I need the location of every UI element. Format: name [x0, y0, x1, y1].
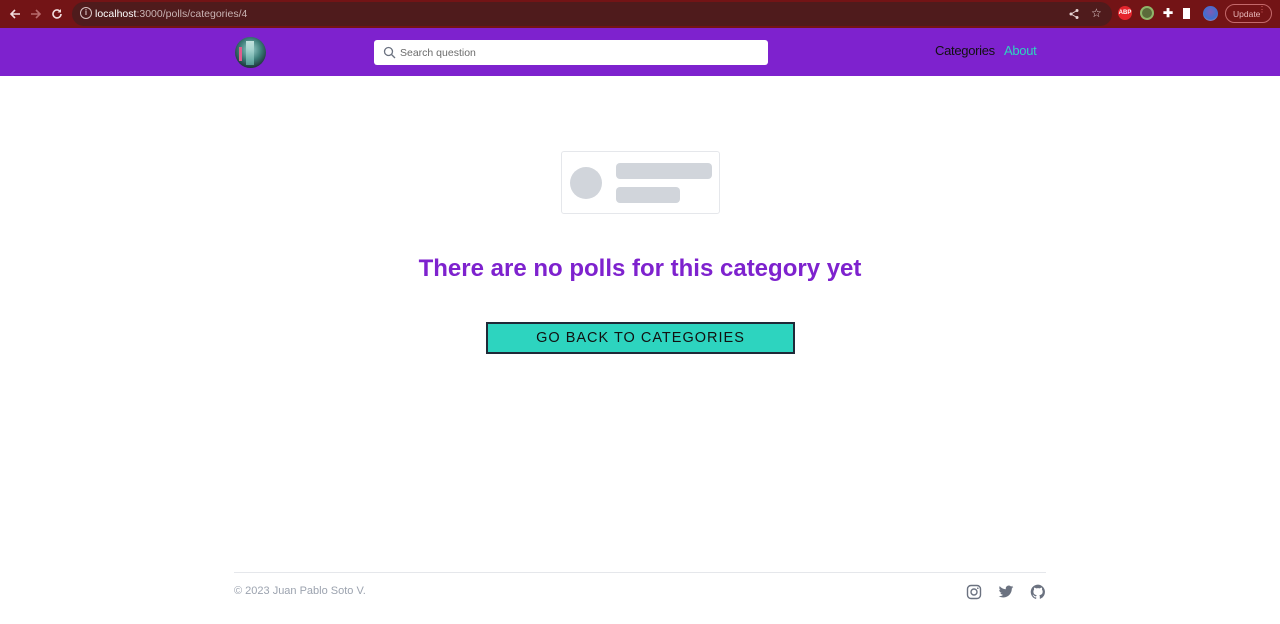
back-arrow-icon[interactable]	[5, 4, 25, 24]
url-path: :3000/polls/categories/4	[136, 8, 248, 20]
search-input[interactable]	[400, 40, 760, 65]
kebab-menu-icon[interactable]: ⋮	[1258, 6, 1266, 14]
update-button[interactable]: Update ⋮	[1225, 4, 1272, 23]
nav-link-categories[interactable]: Categories	[935, 43, 995, 58]
github-icon[interactable]	[1030, 584, 1046, 600]
abp-icon[interactable]: ABP	[1118, 6, 1132, 20]
copyright-text: © 2023 Juan Pablo Soto V.	[234, 585, 366, 597]
twitter-icon[interactable]	[998, 584, 1014, 600]
profile-avatar-icon[interactable]	[1203, 6, 1218, 21]
puzzle-extensions-icon[interactable]: ✚	[1161, 6, 1175, 20]
logo-avatar[interactable]	[235, 37, 266, 68]
target-extension-icon[interactable]	[1140, 6, 1154, 20]
site-info-icon[interactable]: i	[80, 7, 92, 19]
empty-state-message: There are no polls for this category yet	[418, 255, 862, 282]
go-back-to-categories-button[interactable]: GO BACK TO CATEGORIES	[486, 322, 795, 354]
url-host: localhost	[95, 8, 137, 20]
url-text: localhost:3000/polls/categories/4	[95, 8, 247, 20]
bookmark-star-icon[interactable]: ☆	[1091, 6, 1102, 20]
side-panel-icon[interactable]	[1183, 8, 1194, 19]
address-bar[interactable]: i localhost:3000/polls/categories/4 ☆	[72, 2, 1112, 26]
browser-toolbar: i localhost:3000/polls/categories/4 ☆ AB…	[0, 0, 1280, 28]
app-header: Categories About	[0, 28, 1280, 76]
skeleton-line	[616, 187, 680, 203]
forward-arrow-icon[interactable]	[26, 4, 46, 24]
skeleton-line	[616, 163, 712, 179]
empty-state-illustration	[561, 151, 720, 214]
nav-link-about[interactable]: About	[1004, 43, 1037, 58]
footer-divider	[234, 572, 1046, 573]
skeleton-avatar	[570, 167, 602, 199]
share-icon[interactable]	[1068, 7, 1080, 25]
search-icon	[383, 46, 396, 59]
reload-icon[interactable]	[47, 4, 67, 24]
update-label: Update	[1233, 8, 1261, 19]
search-bar[interactable]	[374, 40, 768, 65]
instagram-icon[interactable]	[966, 584, 982, 600]
